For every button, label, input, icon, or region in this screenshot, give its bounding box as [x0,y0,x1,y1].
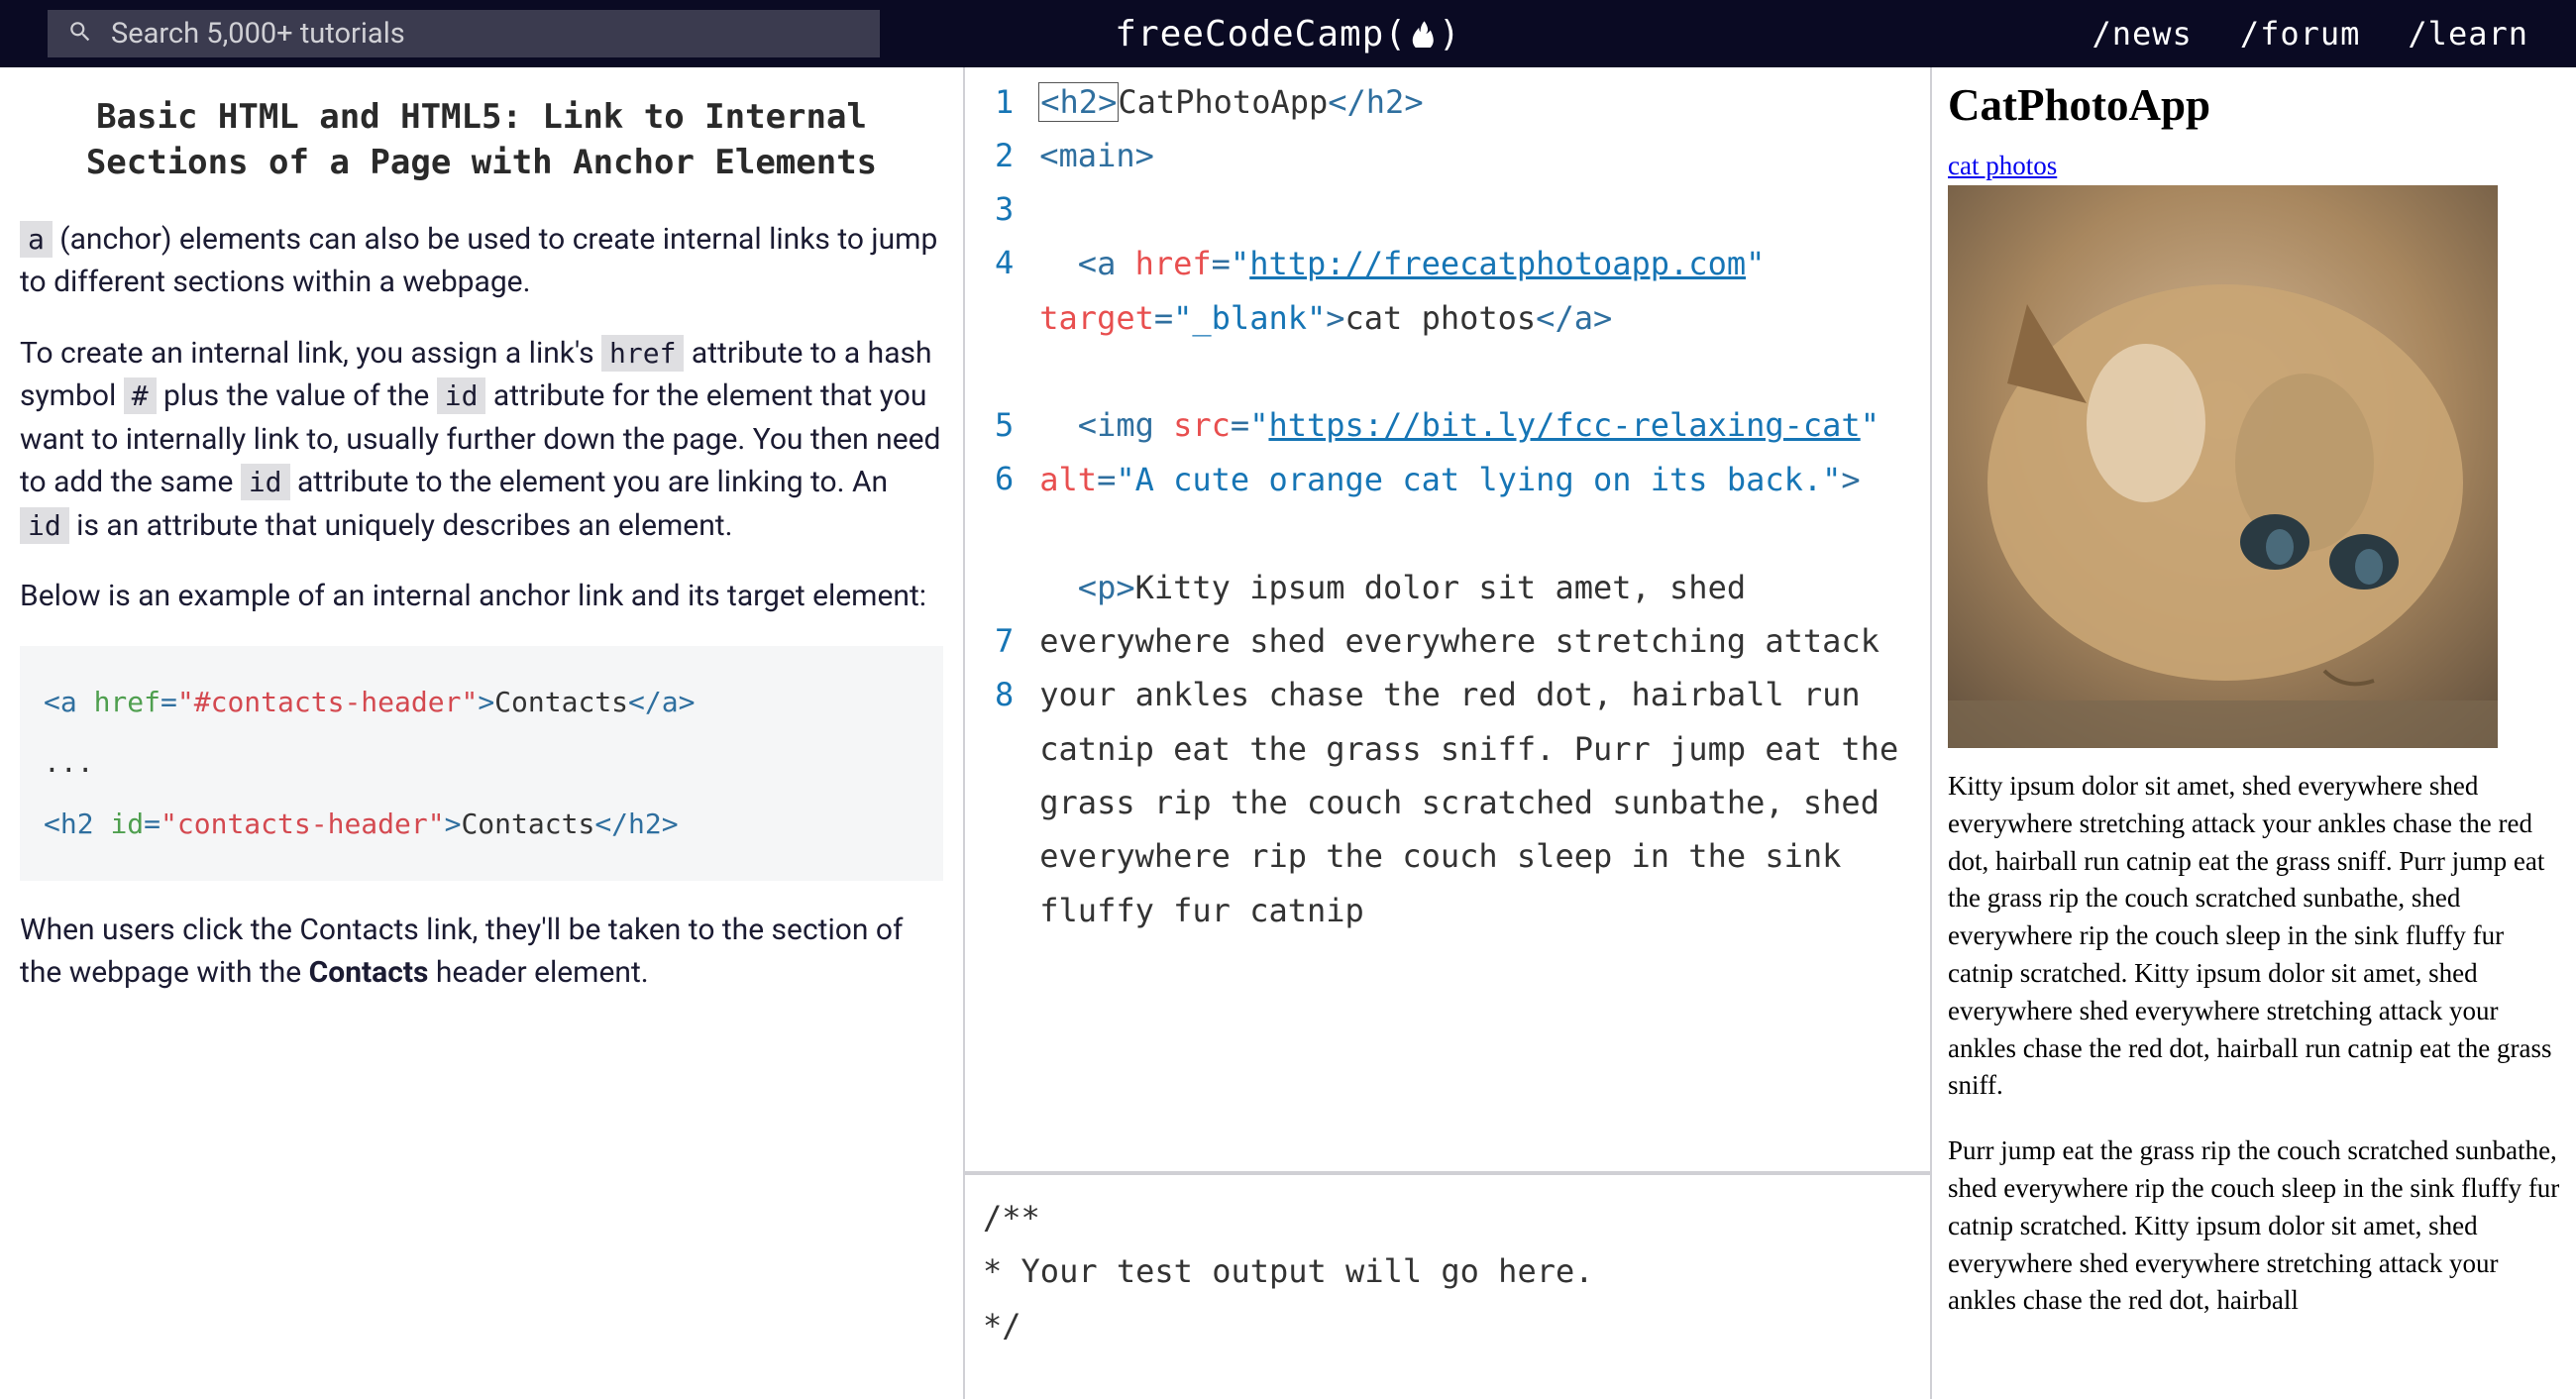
search-icon [67,19,111,49]
line-number: 7 [995,614,1014,668]
brand-text-pre: freeCodeCamp( [1115,14,1407,54]
search-wrap[interactable] [48,10,880,57]
code-href: href [601,335,684,372]
preview-panel[interactable]: CatPhotoApp cat photos [1932,67,2576,1399]
code-editor[interactable]: 1 2 3 4 5 6 7 8 <h2>CatPhotoApp</h2> <ma… [965,67,1930,1171]
line-number: 2 [995,129,1014,182]
preview-p1: Kitty ipsum dolor sit amet, shed everywh… [1948,768,2560,1105]
instructions-p2: To create an internal link, you assign a… [20,332,943,548]
editor-gutter: 1 2 3 4 5 6 7 8 [965,67,1035,1171]
nav-link-learn[interactable]: /learn [2408,15,2528,53]
editor-code[interactable]: <h2>CatPhotoApp</h2> <main> <a href="htt… [1035,67,1930,1171]
instructions-p4: When users click the Contacts link, they… [20,909,943,995]
nav-link-news[interactable]: /news [2092,15,2192,53]
nav-link-forum[interactable]: /forum [2240,15,2361,53]
code-line-4: <a href="http://freecatphotoapp.com" tar… [1039,237,1922,345]
line-number: 6 [995,452,1014,614]
challenge-title: Basic HTML and HTML5: Link to Internal S… [20,95,943,186]
preview-heading: CatPhotoApp [1948,79,2560,131]
preview-p2: Purr jump eat the grass rip the couch sc… [1948,1132,2560,1320]
code-hash: # [124,377,157,414]
line-number: 5 [995,398,1014,452]
code-id: id [437,377,486,414]
code-line-7 [1039,506,1922,560]
search-input[interactable] [111,17,860,51]
line-number: 3 [995,182,1014,236]
instructions-p1: a (anchor) elements can also be used to … [20,218,943,304]
instructions-p3: Below is an example of an internal ancho… [20,575,943,618]
preview-link-catphotos[interactable]: cat photos [1948,151,2057,180]
code-id3: id [20,507,69,544]
test-output: /** * Your test output will go here. */ [965,1171,1930,1399]
brand-text-post: ) [1439,14,1461,54]
code-line-2: <main> [1039,129,1922,182]
flame-icon [1409,20,1437,48]
code-a: a [20,221,53,258]
instructions-panel[interactable]: Basic HTML and HTML5: Link to Internal S… [0,67,963,1399]
code-line-5 [1039,345,1922,398]
line-number: 1 [995,75,1014,129]
line-number: 8 [995,668,1014,721]
code-line-1: <h2>CatPhotoApp</h2> [1039,75,1922,129]
code-line-8: <p>Kitty ipsum dolor sit amet, shed ever… [1039,561,1922,938]
code-id2: id [241,464,290,500]
line-number: 4 [995,236,1014,398]
brand-logo[interactable]: freeCodeCamp( ) [1115,14,1460,54]
editor-panel: 1 2 3 4 5 6 7 8 <h2>CatPhotoApp</h2> <ma… [963,67,1932,1399]
code-line-6: <img src="https://bit.ly/fcc-relaxing-ca… [1039,398,1922,506]
top-nav: freeCodeCamp( ) /news /forum /learn [0,0,2576,67]
nav-links: /news /forum /learn [2092,15,2528,53]
code-line-3 [1039,183,1922,237]
preview-cat-image [1948,185,2498,748]
code-example: <a href="#contacts-header">Contacts</a> … [20,646,943,881]
